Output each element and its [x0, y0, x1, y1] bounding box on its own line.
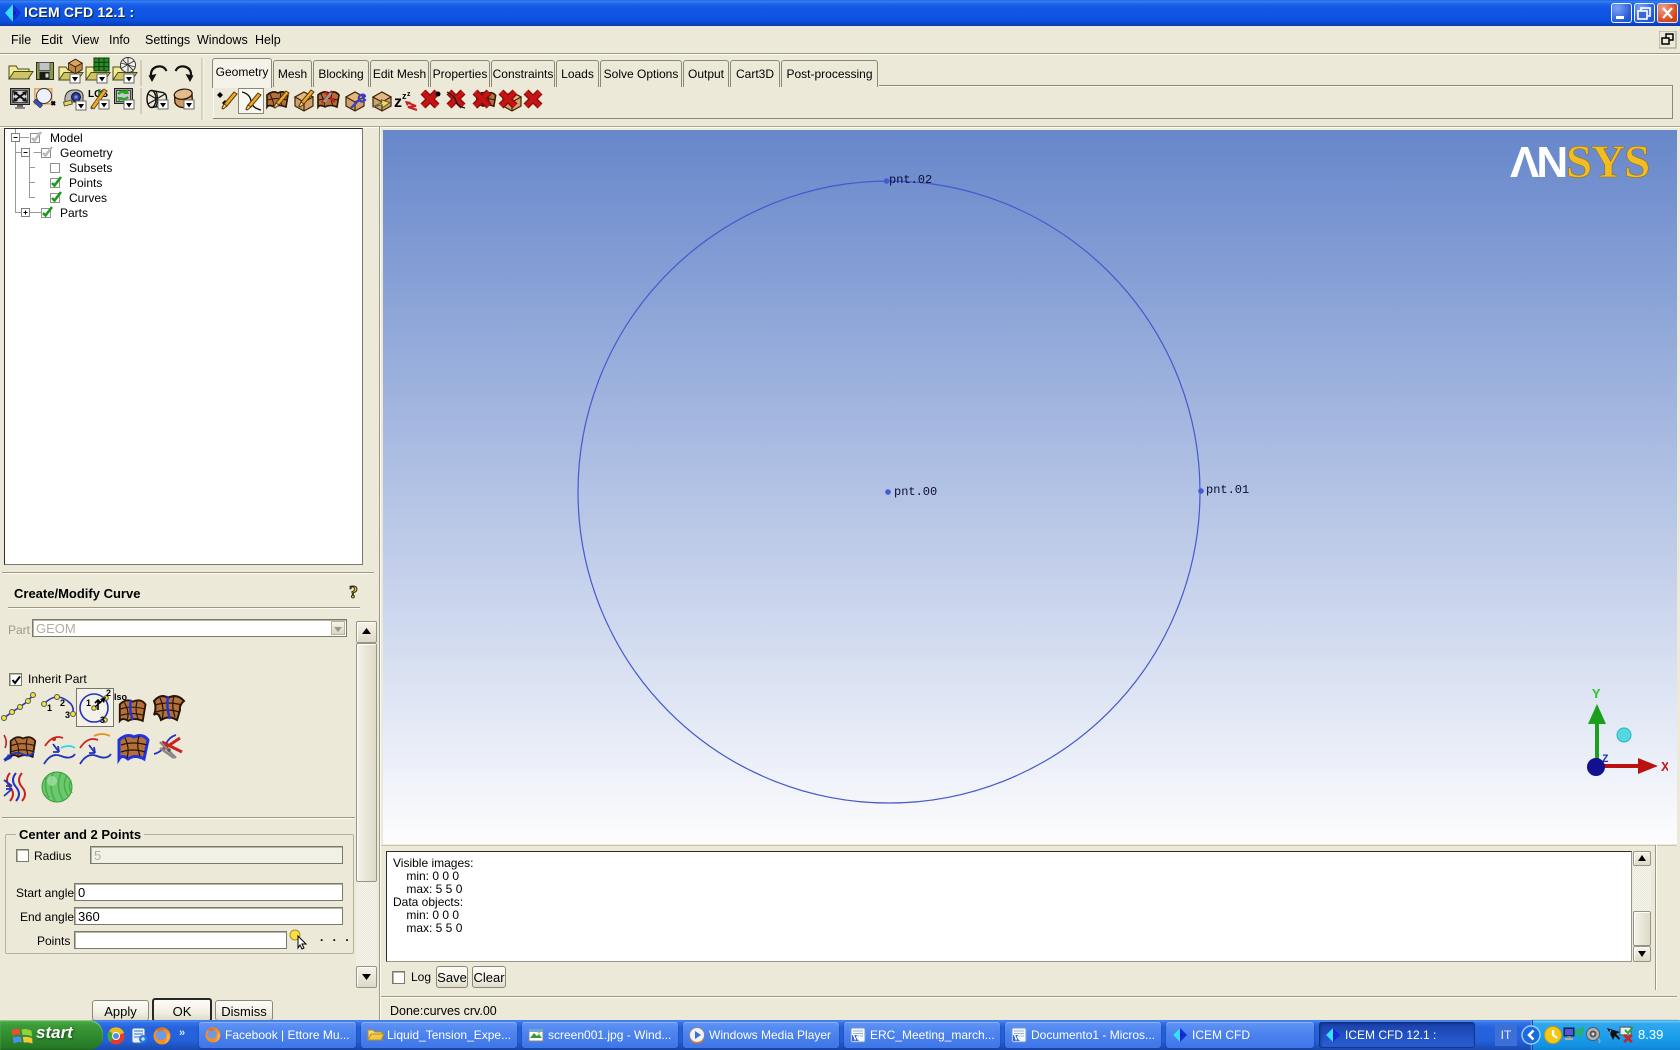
svg-text:pnt.01: pnt.01	[1206, 483, 1249, 497]
svg-text:Subsets: Subsets	[69, 161, 112, 175]
svg-text:2: 2	[60, 698, 65, 708]
svg-text:Points: Points	[69, 176, 102, 190]
svg-text:Model: Model	[50, 131, 83, 145]
svg-text:Y: Y	[1592, 687, 1601, 703]
svg-text:SYS: SYS	[1566, 143, 1649, 185]
svg-text:z: z	[407, 91, 411, 98]
svg-text:Parts: Parts	[60, 206, 88, 220]
svg-text:3: 3	[65, 710, 70, 720]
svg-text:»: »	[179, 1027, 185, 1039]
svg-text:1: 1	[47, 703, 52, 713]
svg-text:z: z	[394, 94, 402, 111]
svg-text:pnt.00: pnt.00	[894, 485, 937, 499]
svg-text:?: ?	[349, 582, 358, 602]
svg-text:Geometry: Geometry	[60, 146, 113, 160]
svg-text:3: 3	[100, 715, 105, 725]
svg-text:pnt.02: pnt.02	[889, 173, 932, 187]
svg-text:Curves: Curves	[69, 191, 107, 205]
svg-text:ΛN: ΛN	[1510, 143, 1565, 185]
svg-text:1: 1	[86, 698, 91, 708]
svg-text:X: X	[1661, 760, 1668, 776]
svg-text:2: 2	[106, 688, 111, 698]
